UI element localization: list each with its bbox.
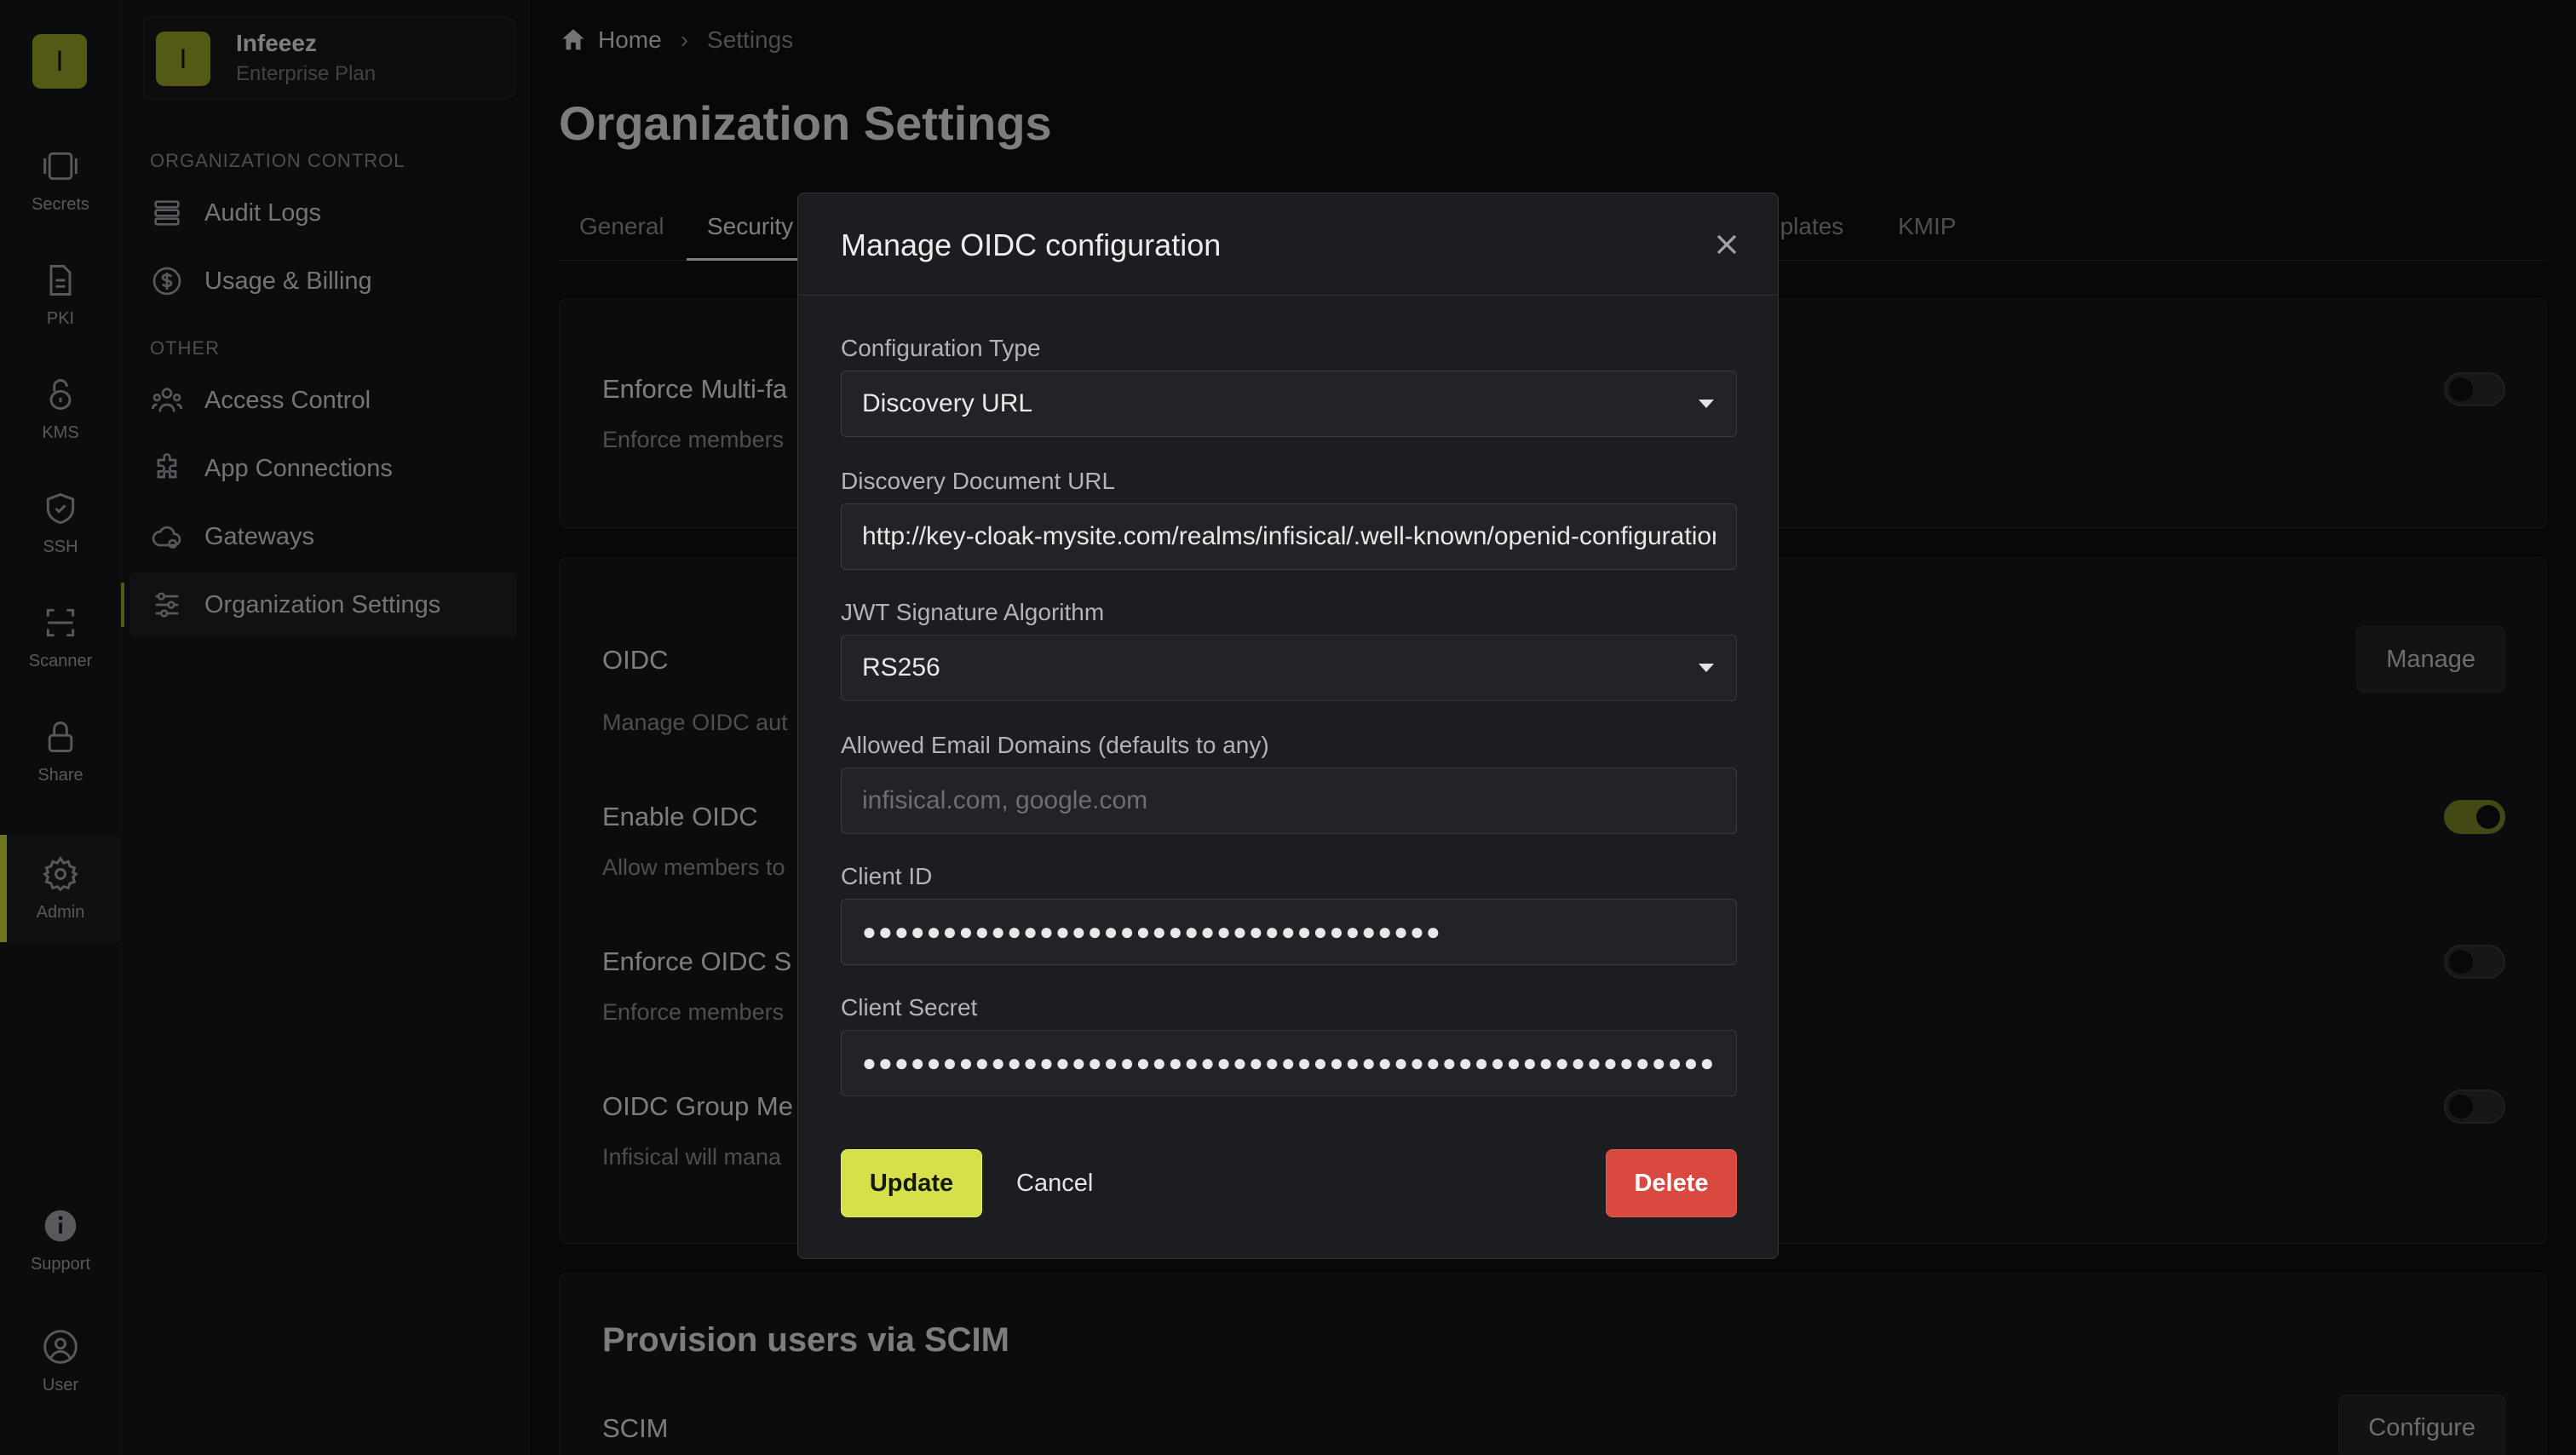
modal-title: Manage OIDC configuration <box>841 227 1222 262</box>
client-secret-input[interactable] <box>841 1030 1737 1096</box>
cancel-button[interactable]: Cancel <box>1008 1149 1101 1217</box>
delete-button[interactable]: Delete <box>1606 1149 1737 1217</box>
oidc-config-modal: Manage OIDC configuration Configuration … <box>797 193 1779 1259</box>
config-type-value: Discovery URL <box>862 389 1033 417</box>
jwt-algorithm-label: JWT Signature Algorithm <box>841 599 1105 625</box>
discovery-url-input[interactable] <box>841 503 1737 570</box>
client-id-input[interactable] <box>841 899 1737 965</box>
caret-down-icon <box>1699 664 1714 672</box>
close-icon <box>1716 234 1737 255</box>
caret-down-icon <box>1699 400 1714 408</box>
jwt-algorithm-select[interactable]: RS256 <box>841 635 1737 701</box>
jwt-algorithm-value: RS256 <box>862 653 940 681</box>
modal-header: Manage OIDC configuration <box>798 193 1778 296</box>
client-id-label: Client ID <box>841 863 933 889</box>
client-secret-label: Client Secret <box>841 994 978 1021</box>
close-button[interactable] <box>1710 227 1744 262</box>
config-type-select[interactable]: Discovery URL <box>841 371 1737 437</box>
config-type-label: Configuration Type <box>841 335 1041 361</box>
update-button[interactable]: Update <box>841 1149 982 1217</box>
allowed-domains-label: Allowed Email Domains (defaults to any) <box>841 732 1269 758</box>
discovery-url-label: Discovery Document URL <box>841 468 1116 494</box>
allowed-domains-input[interactable] <box>841 768 1737 834</box>
